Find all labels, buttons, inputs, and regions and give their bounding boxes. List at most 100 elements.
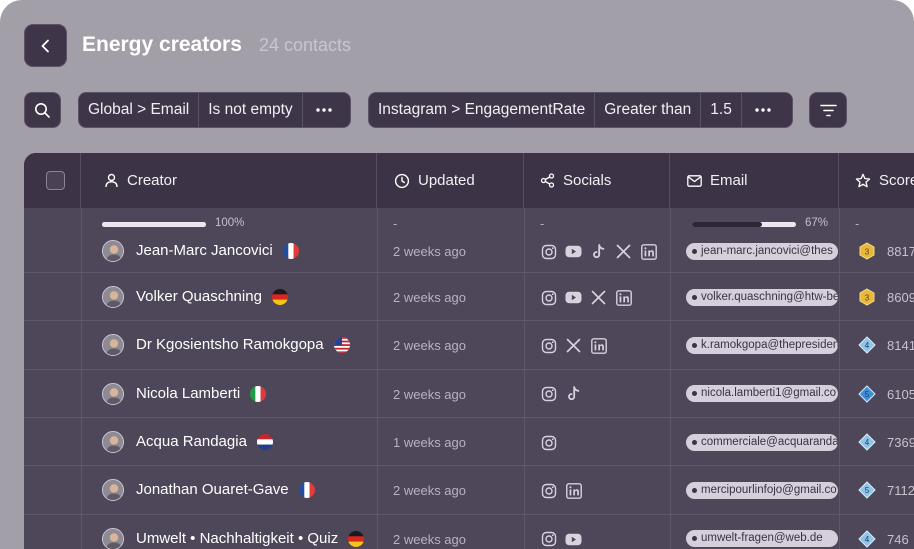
filter-field[interactable]: Instagram > EngagementRate xyxy=(369,93,596,127)
filter-operator[interactable]: Greater than xyxy=(595,93,702,127)
creator-name[interactable]: Umwelt • Nachhaltigkeit • Quiz xyxy=(136,530,338,547)
star-icon xyxy=(855,173,871,187)
avatar[interactable] xyxy=(102,240,124,262)
filter-value[interactable]: 1.5 xyxy=(701,93,742,127)
column-creator[interactable]: Creator xyxy=(81,153,377,208)
instagram-icon[interactable] xyxy=(540,289,557,306)
email-pill[interactable]: nicola.lamberti1@gmail.co xyxy=(686,385,838,403)
linkedin-icon[interactable] xyxy=(615,289,632,306)
creator-name[interactable]: Volker Quaschning xyxy=(136,288,262,305)
email-pill[interactable]: volker.quaschning@htw-be xyxy=(686,288,838,306)
instagram-icon[interactable] xyxy=(540,434,557,451)
column-score[interactable]: Score xyxy=(839,153,914,208)
table-row[interactable]: Dr Kgosientsho Ramokgopa 2 weeks ago k.ram… xyxy=(24,320,914,368)
avatar[interactable] xyxy=(102,527,124,549)
social-links xyxy=(540,531,582,548)
email-pill[interactable]: commerciale@acquarandag xyxy=(686,433,838,451)
share-icon xyxy=(540,173,555,188)
table-row[interactable]: Volker Quaschning 2 weeks ago volker.quasc… xyxy=(24,272,914,320)
back-button[interactable] xyxy=(24,24,67,67)
youtube-icon[interactable] xyxy=(565,243,582,260)
column-socials-label: Socials xyxy=(563,172,612,189)
youtube-icon[interactable] xyxy=(565,531,582,548)
socials-summary: - xyxy=(540,216,545,231)
creator-name[interactable]: Jean-Marc Jancovici xyxy=(136,242,273,259)
x-icon[interactable] xyxy=(590,289,607,306)
search-button[interactable] xyxy=(24,92,61,128)
filter-button[interactable] xyxy=(809,92,847,128)
chevron-left-icon xyxy=(41,39,49,52)
creator-name[interactable]: Acqua Randagia xyxy=(136,433,247,450)
updated-time: 2 weeks ago xyxy=(393,531,466,547)
score-tier-badge-icon: 4 xyxy=(858,529,876,548)
updated-time: 2 weeks ago xyxy=(393,290,466,306)
table-row[interactable]: Nicola Lamberti 2 weeks ago nicola.lambert… xyxy=(24,368,914,417)
more-icon xyxy=(315,108,332,112)
clock-icon xyxy=(394,173,410,188)
contact-count: 24 contacts xyxy=(259,35,352,55)
table-header: Creator Updated Socials Email Score xyxy=(24,153,914,208)
more-icon xyxy=(755,108,771,112)
svg-text:3: 3 xyxy=(865,247,870,256)
country-flag-icon xyxy=(271,289,288,306)
instagram-icon[interactable] xyxy=(540,482,557,499)
instagram-icon[interactable] xyxy=(540,531,557,548)
search-icon xyxy=(35,102,50,118)
score-tier-badge-icon: 4 xyxy=(858,433,876,451)
score-tier-badge-icon: 5 xyxy=(858,385,876,403)
email-pill[interactable]: k.ramokgopa@thepresiden xyxy=(686,336,838,354)
filter-field[interactable]: Global > Email xyxy=(79,93,200,127)
email-pill[interactable]: mercipourlinfojo@gmail.co xyxy=(686,481,838,499)
filter-more-button[interactable] xyxy=(303,93,345,127)
creator-completeness-fill xyxy=(102,222,206,227)
creator-name[interactable]: Dr Kgosientsho Ramokgopa xyxy=(136,336,324,353)
table-row[interactable]: Umwelt • Nachhaltigkeit • Quiz 2 weeks ag… xyxy=(24,513,914,549)
svg-text:4: 4 xyxy=(865,535,870,544)
score-tier-badge-icon: 4 xyxy=(858,336,876,355)
tiktok-icon[interactable] xyxy=(590,243,607,260)
table-row[interactable]: Acqua Randagia 1 weeks ago commerciale@acq… xyxy=(24,416,914,465)
email-pill[interactable]: umwelt-fragen@web.de xyxy=(686,530,838,548)
avatar[interactable] xyxy=(102,286,124,309)
select-all-checkbox[interactable] xyxy=(46,171,65,190)
country-flag-icon xyxy=(333,337,350,354)
email-completeness-fill xyxy=(692,222,762,227)
score-value: 746 xyxy=(887,531,909,547)
filter-operator[interactable]: Is not empty xyxy=(199,93,303,127)
country-flag-icon xyxy=(282,243,299,259)
table-row[interactable]: 100% - - 67% - Jean-Marc Jancovici 2 weeks ago… xyxy=(24,208,914,272)
youtube-icon[interactable] xyxy=(565,289,582,306)
avatar[interactable] xyxy=(102,334,124,357)
updated-time: 2 weeks ago xyxy=(393,244,466,259)
creator-name[interactable]: Jonathan Ouaret-Gave xyxy=(136,481,289,498)
avatar[interactable] xyxy=(102,479,124,502)
social-links xyxy=(540,434,557,451)
linkedin-icon[interactable] xyxy=(590,337,607,354)
column-updated-label: Updated xyxy=(418,172,475,189)
score-tier-badge-icon: 3 xyxy=(858,288,876,306)
email-pill[interactable]: jean-marc.jancovici@thes xyxy=(686,242,838,260)
linkedin-icon[interactable] xyxy=(640,243,657,260)
column-updated[interactable]: Updated xyxy=(377,153,524,208)
filter-more-button[interactable] xyxy=(742,93,784,127)
column-socials[interactable]: Socials xyxy=(524,153,670,208)
instagram-icon[interactable] xyxy=(540,337,557,354)
column-email[interactable]: Email xyxy=(670,153,839,208)
score-value: 7369 xyxy=(887,435,914,451)
table-row[interactable]: Jonathan Ouaret-Gave 2 weeks ago mercipour… xyxy=(24,465,914,513)
avatar[interactable] xyxy=(102,431,124,454)
filter-chip-engagement[interactable]: Instagram > EngagementRate Greater than … xyxy=(368,92,793,128)
instagram-icon[interactable] xyxy=(540,243,557,260)
filter-chip-email[interactable]: Global > Email Is not empty xyxy=(78,92,351,128)
select-all-cell xyxy=(24,153,81,208)
x-icon[interactable] xyxy=(615,243,632,260)
creator-name[interactable]: Nicola Lamberti xyxy=(136,385,240,402)
social-links xyxy=(540,482,582,499)
avatar[interactable] xyxy=(102,382,124,405)
svg-text:4: 4 xyxy=(865,438,870,447)
country-flag-icon xyxy=(256,434,273,451)
x-icon[interactable] xyxy=(565,337,582,354)
instagram-icon[interactable] xyxy=(540,386,557,403)
linkedin-icon[interactable] xyxy=(565,482,582,499)
tiktok-icon[interactable] xyxy=(565,386,582,403)
